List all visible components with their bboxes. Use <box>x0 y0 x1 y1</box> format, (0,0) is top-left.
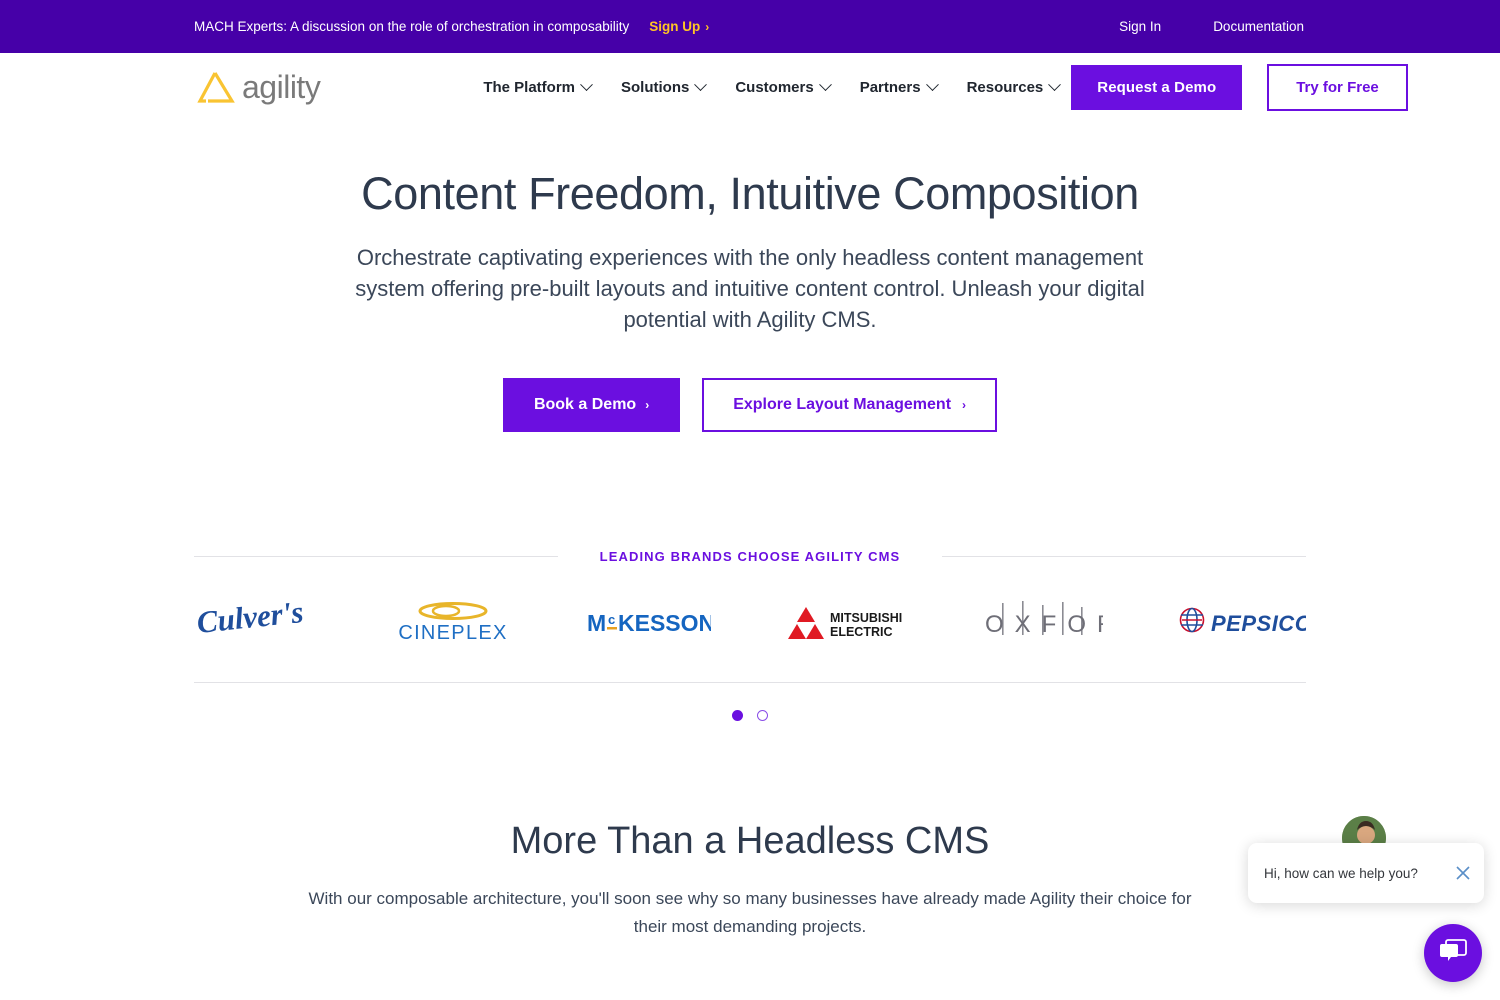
brands-title: LEADING BRANDS CHOOSE AGILITY CMS <box>599 549 901 564</box>
chevron-right-icon: › <box>962 398 967 412</box>
announcement-left: MACH Experts: A discussion on the role o… <box>194 19 709 34</box>
nav-cta-group: Request a Demo Try for Free <box>1071 63 1408 111</box>
book-a-demo-button[interactable]: Book a Demo › <box>502 378 681 432</box>
announcement-bar: MACH Experts: A discussion on the role o… <box>0 0 1500 53</box>
hero-subheading: Orchestrate captivating experiences with… <box>355 245 1145 332</box>
nav-item-solutions[interactable]: Solutions <box>621 77 708 96</box>
svg-text:ELECTRIC: ELECTRIC <box>830 625 893 639</box>
section-body: With our composable architecture, you'll… <box>308 889 1192 936</box>
oxford-logo: OXFORD <box>981 599 1103 647</box>
chat-message: Hi, how can we help you? <box>1264 865 1418 881</box>
svg-text:c: c <box>608 612 615 627</box>
nav-item-label: Resources <box>966 78 1044 96</box>
chevron-right-icon: › <box>705 19 710 34</box>
chevron-down-icon <box>694 77 708 91</box>
explore-layout-label: Explore Layout Management <box>733 396 952 413</box>
brands-logo-row: Culver's CINEPLEX M c KESSON MITSUBISHI … <box>194 564 1306 683</box>
chat-launcher-button[interactable] <box>1424 924 1482 982</box>
culvers-logo: Culver's <box>194 600 319 646</box>
chevron-right-icon: › <box>645 398 650 412</box>
nav-item-customers[interactable]: Customers <box>735 77 832 96</box>
try-for-free-button[interactable]: Try for Free <box>1267 63 1408 111</box>
announcement-signup-label: Sign Up <box>649 19 701 34</box>
divider-left <box>194 556 558 557</box>
svg-text:Culver's: Culver's <box>195 600 305 640</box>
carousel-dots <box>0 710 1500 721</box>
nav-item-the-platform[interactable]: The Platform <box>483 77 593 96</box>
agility-triangle-icon <box>194 70 236 104</box>
documentation-link[interactable]: Documentation <box>1213 19 1304 34</box>
chat-greeting-bubble: Hi, how can we help you? <box>1248 843 1484 903</box>
nav-item-label: Customers <box>735 78 814 96</box>
svg-text:M: M <box>587 610 606 636</box>
svg-text:PEPSICO: PEPSICO <box>1211 611 1306 636</box>
request-demo-button[interactable]: Request a Demo <box>1071 64 1243 110</box>
explore-layout-management-button[interactable]: Explore Layout Management › <box>702 378 998 432</box>
logo[interactable]: agility <box>194 68 321 106</box>
nav-item-resources[interactable]: Resources <box>966 77 1062 96</box>
close-icon[interactable] <box>1455 865 1471 881</box>
announcement-signup-link[interactable]: Sign Up › <box>649 19 709 34</box>
page-title: Content Freedom, Intuitive Composition <box>361 168 1139 219</box>
hero-section: Content Freedom, Intuitive Composition O… <box>0 121 1500 432</box>
svg-text:OXFORD: OXFORD <box>985 611 1103 638</box>
mckesson-logo: M c KESSON <box>587 606 711 640</box>
nav-item-label: The Platform <box>483 78 575 96</box>
announcement-text: MACH Experts: A discussion on the role o… <box>194 19 630 34</box>
divider-right <box>942 556 1306 557</box>
book-a-demo-label: Book a Demo <box>533 396 637 413</box>
logo-text: agility <box>242 68 321 105</box>
svg-text:KESSON: KESSON <box>618 610 711 636</box>
pepsico-logo: PEPSICO <box>1178 603 1306 643</box>
svg-text:MITSUBISHI: MITSUBISHI <box>830 611 902 625</box>
nav-links: The Platform Solutions Customers Partner… <box>483 77 1062 96</box>
chevron-down-icon <box>580 77 593 91</box>
cineplex-logo: CINEPLEX <box>394 598 512 648</box>
brands-header: LEADING BRANDS CHOOSE AGILITY CMS <box>194 549 1306 564</box>
svg-text:CINEPLEX: CINEPLEX <box>398 622 507 644</box>
announcement-right: Sign In Documentation <box>1119 19 1304 34</box>
nav-item-partners[interactable]: Partners <box>859 77 939 96</box>
mitsubishi-electric-logo: MITSUBISHI ELECTRIC <box>786 603 906 643</box>
hero-button-group: Book a Demo › Explore Layout Management … <box>0 378 1500 432</box>
chevron-down-icon <box>818 77 832 91</box>
chat-bubbles-icon <box>1438 937 1468 970</box>
brands-section: LEADING BRANDS CHOOSE AGILITY CMS Culver… <box>0 549 1500 721</box>
nav-item-label: Partners <box>859 78 921 96</box>
carousel-dot-2[interactable] <box>757 710 768 721</box>
main-navigation: agility The Platform Solutions Customers… <box>0 53 1500 121</box>
chevron-down-icon <box>1048 77 1062 91</box>
carousel-dot-1[interactable] <box>732 710 743 721</box>
chevron-down-icon <box>925 77 939 91</box>
sign-in-link[interactable]: Sign In <box>1119 19 1161 34</box>
nav-item-label: Solutions <box>621 78 690 96</box>
